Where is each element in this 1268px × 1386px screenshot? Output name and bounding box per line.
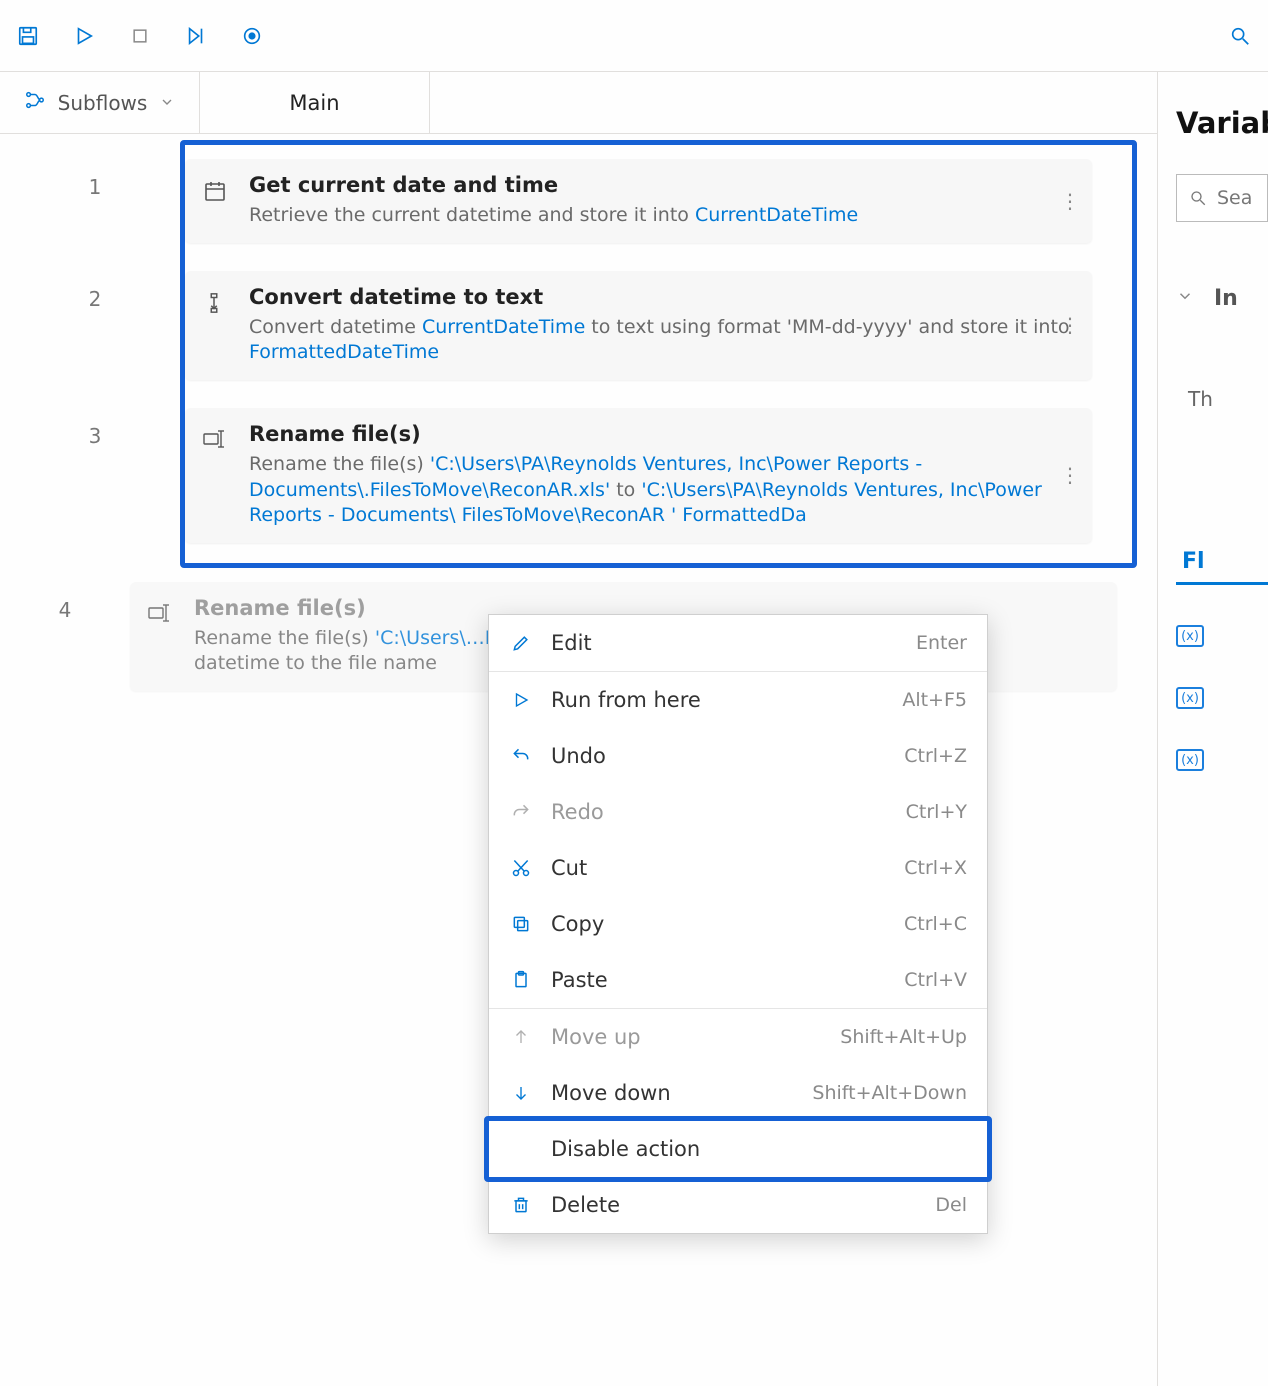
variables-title: Variabl bbox=[1176, 72, 1268, 140]
action-desc: Retrieve the current datetime and store … bbox=[249, 203, 1074, 229]
subflow-icon bbox=[24, 89, 46, 116]
ctx-move-down[interactable]: Move down Shift+Alt+Down bbox=[489, 1065, 987, 1121]
copy-icon bbox=[509, 914, 533, 934]
variables-message: Th bbox=[1176, 387, 1268, 411]
ctx-move-up: Move up Shift+Alt+Up bbox=[489, 1009, 987, 1065]
run-next-icon[interactable] bbox=[182, 22, 210, 50]
step-row[interactable]: 3 Rename file(s) Rename the file(s) 'C:\… bbox=[5, 394, 1132, 557]
step-row[interactable]: 1 Get current date and time Retrieve the… bbox=[5, 145, 1132, 257]
calendar-icon bbox=[203, 173, 231, 208]
chevron-down-icon bbox=[1176, 286, 1194, 311]
action-title: Get current date and time bbox=[249, 173, 1074, 197]
action-title: Convert datetime to text bbox=[249, 285, 1074, 309]
more-icon[interactable]: ⋮ bbox=[1060, 189, 1080, 213]
variables-search-placeholder: Sea bbox=[1217, 187, 1252, 209]
rename-icon bbox=[148, 596, 176, 629]
variables-group-in[interactable]: In bbox=[1176, 286, 1268, 311]
run-icon[interactable] bbox=[70, 22, 98, 50]
step-row[interactable]: 2 Convert datetime to text Convert datet… bbox=[5, 257, 1132, 394]
variables-tab-flow[interactable]: Fl bbox=[1176, 549, 1268, 585]
tab-main[interactable]: Main bbox=[200, 72, 430, 133]
chevron-down-icon bbox=[159, 91, 175, 115]
line-number: 4 bbox=[0, 582, 130, 622]
designer-panel: Subflows Main 1 bbox=[0, 72, 1158, 1386]
convert-icon bbox=[203, 285, 231, 320]
ctx-copy[interactable]: Copy Ctrl+C bbox=[489, 896, 987, 952]
edit-icon bbox=[509, 633, 533, 653]
action-desc: Convert datetime CurrentDateTime to text… bbox=[249, 315, 1074, 366]
variable-item[interactable]: (x) bbox=[1176, 687, 1204, 709]
context-menu: Edit Enter Run from here Alt+F5 Undo Ctr… bbox=[488, 614, 988, 1234]
action-desc: Rename the file(s) 'C:\Users\PA\Reynolds… bbox=[249, 452, 1074, 529]
tabs-row: Subflows Main bbox=[0, 72, 1157, 134]
arrow-down-icon bbox=[509, 1084, 533, 1102]
line-number: 3 bbox=[5, 408, 185, 448]
ctx-disable-action[interactable]: Disable action bbox=[484, 1116, 992, 1182]
recorder-icon[interactable] bbox=[238, 22, 266, 50]
search-icon[interactable] bbox=[1226, 22, 1254, 50]
action-card[interactable]: Rename file(s) Rename the file(s) 'C:\Us… bbox=[185, 408, 1092, 543]
ctx-run-from-here[interactable]: Run from here Alt+F5 bbox=[489, 672, 987, 728]
ctx-delete[interactable]: Delete Del bbox=[489, 1177, 987, 1233]
action-card[interactable]: Convert datetime to text Convert datetim… bbox=[185, 271, 1092, 380]
redo-icon bbox=[509, 802, 533, 822]
action-card[interactable]: Get current date and time Retrieve the c… bbox=[185, 159, 1092, 243]
more-icon[interactable]: ⋮ bbox=[1060, 463, 1080, 487]
rename-icon bbox=[203, 422, 231, 455]
action-title: Rename file(s) bbox=[249, 422, 1074, 446]
ctx-cut[interactable]: Cut Ctrl+X bbox=[489, 840, 987, 896]
line-number: 1 bbox=[5, 159, 185, 199]
save-icon[interactable] bbox=[14, 22, 42, 50]
ctx-redo: Redo Ctrl+Y bbox=[489, 784, 987, 840]
arrow-up-icon bbox=[509, 1028, 533, 1046]
ctx-paste[interactable]: Paste Ctrl+V bbox=[489, 952, 987, 1008]
steps-area: 1 Get current date and time Retrieve the… bbox=[0, 134, 1157, 1386]
subflows-label: Subflows bbox=[58, 91, 148, 115]
variables-search[interactable]: Sea bbox=[1176, 174, 1268, 222]
variables-panel: Variabl Sea In Th Fl (x) (x) (x) bbox=[1158, 72, 1268, 1386]
cut-icon bbox=[509, 858, 533, 878]
more-icon[interactable]: ⋮ bbox=[1060, 313, 1080, 337]
subflows-dropdown[interactable]: Subflows bbox=[0, 72, 200, 133]
delete-icon bbox=[509, 1195, 533, 1215]
ctx-edit[interactable]: Edit Enter bbox=[489, 615, 987, 671]
line-number: 2 bbox=[5, 271, 185, 311]
paste-icon bbox=[509, 970, 533, 990]
stop-icon[interactable] bbox=[126, 22, 154, 50]
undo-icon bbox=[509, 746, 533, 766]
selection-box: 1 Get current date and time Retrieve the… bbox=[180, 140, 1137, 568]
play-icon bbox=[509, 691, 533, 709]
variable-item[interactable]: (x) bbox=[1176, 749, 1204, 771]
ctx-undo[interactable]: Undo Ctrl+Z bbox=[489, 728, 987, 784]
variable-item[interactable]: (x) bbox=[1176, 625, 1204, 647]
toolbar bbox=[0, 0, 1268, 72]
